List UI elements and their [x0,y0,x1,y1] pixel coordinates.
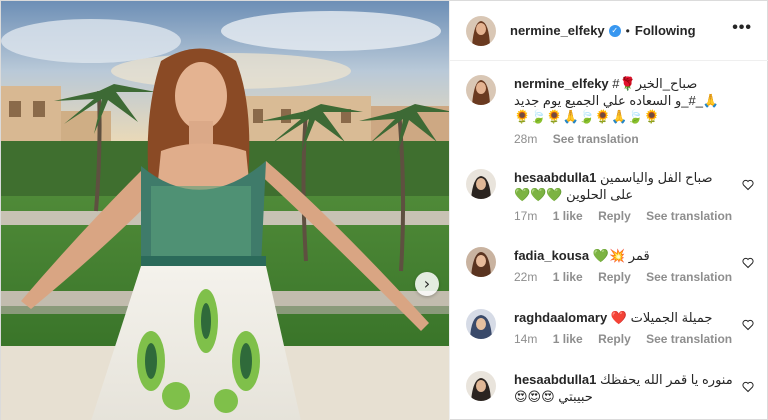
caption-username[interactable]: nermine_elfeky [514,76,609,91]
comment-time[interactable]: 17m [514,209,537,223]
post-side-panel: nermine_elfeky ✓ • Following ••• nermine… [449,1,768,420]
chevron-right-icon: › [423,274,431,293]
see-translation-link[interactable]: See translation [646,332,732,346]
post-header: nermine_elfeky ✓ • Following ••• [450,1,768,61]
more-options-icon[interactable]: ••• [732,19,752,37]
following-button[interactable]: Following [635,23,696,38]
see-translation-link[interactable]: See translation [646,209,732,223]
comment-item: hesaabdulla1 صباح الفل والياسمين على الح… [466,169,762,229]
comment-likes[interactable]: 1 like [553,209,583,223]
avatar[interactable] [466,371,496,401]
comment-item: fadia_kousa قمر 💥💚 22m 1 like Reply See … [466,247,762,291]
reply-button[interactable]: Reply [598,270,631,284]
reply-button[interactable]: Reply [598,209,631,223]
heart-outline-icon[interactable] [742,179,754,191]
avatar[interactable] [466,15,496,46]
caption-text-1: صباح_الخير🌹# [612,76,698,91]
see-translation-link[interactable]: See translation [646,270,732,284]
comment-item: raghdaalomary جميلة الجميلات ❤️ 14m 1 li… [466,309,762,353]
comment-likes[interactable]: 1 like [553,270,583,284]
next-photo-button[interactable]: › [415,272,439,296]
avatar[interactable] [466,169,496,199]
avatar[interactable] [466,247,496,277]
comment-text: منوره يا قمر الله يحفظك [600,372,733,387]
heart-outline-icon[interactable] [742,319,754,331]
comment-time[interactable]: 22m [514,270,537,284]
comment-item: hesaabdulla1 منوره يا قمر الله يحفظك حبي… [466,371,762,419]
post-caption: nermine_elfeky صباح_الخير🌹# 🙏_#_و السعاد… [466,75,762,155]
comment-text: قمر 💥💚 [592,248,650,263]
heart-outline-icon[interactable] [742,381,754,393]
post-author-username[interactable]: nermine_elfeky [510,23,605,38]
comment-username[interactable]: fadia_kousa [514,248,589,263]
verified-badge-icon: ✓ [608,24,621,37]
comment-username[interactable]: hesaabdulla1 [514,372,596,387]
avatar[interactable] [466,309,496,339]
reply-button[interactable]: Reply [598,332,631,346]
post-modal: › nermine_elfeky ✓ • Following ••• nermi… [0,0,768,420]
comment-time[interactable]: 14m [514,332,537,346]
comment-text-2: حبيبتي 😍😍😍 [514,389,593,404]
comment-username[interactable]: raghdaalomary [514,310,607,325]
post-photo: › [1,1,449,420]
separator: • [625,23,630,38]
comment-likes[interactable]: 1 like [553,332,583,346]
caption-emojis: 🌻🍃🌻🙏🍃🌻🙏🍃🌻 [514,110,660,125]
comments-list: nermine_elfeky صباح_الخير🌹# 🙏_#_و السعاد… [450,61,768,420]
heart-outline-icon[interactable] [742,257,754,269]
avatar[interactable] [466,75,496,105]
comment-username[interactable]: hesaabdulla1 [514,170,596,185]
comment-text: جميلة الجميلات ❤️ [610,310,713,325]
see-translation-link[interactable]: See translation [553,132,639,146]
caption-time[interactable]: 28m [514,132,537,146]
comment-text-2: على الحلوين 💚💚💚 [514,187,634,202]
caption-text-2: 🙏_#_و السعاده علي الجميع يوم جديد [514,93,720,108]
comment-text: صباح الفل والياسمين [600,170,713,185]
photo-scene [1,1,449,420]
